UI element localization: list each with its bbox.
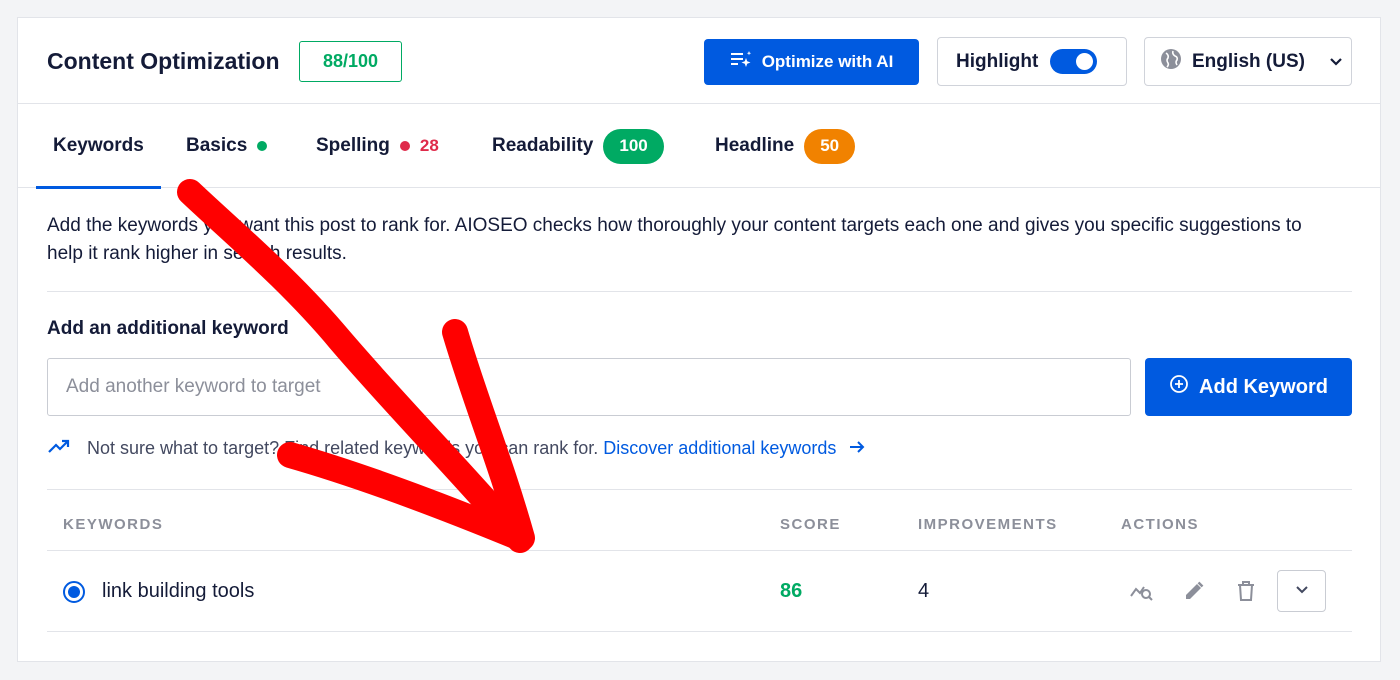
expand-row-button[interactable] xyxy=(1277,570,1326,612)
tab-headline[interactable]: Headline 50 xyxy=(715,104,856,188)
analysis-tabs: Keywords Basics Spelling 28 Readability … xyxy=(18,104,1380,189)
keyword-hint: Not sure what to target? Find related ke… xyxy=(47,438,865,459)
tab-headline-label: Headline xyxy=(715,135,795,156)
tab-spelling-label: Spelling xyxy=(316,135,390,156)
content-optimization-panel: Content Optimization 88/100 Optimize wit… xyxy=(17,17,1381,662)
radio-selected-indicator xyxy=(68,586,80,598)
panel-header: Content Optimization 88/100 Optimize wit… xyxy=(18,18,1380,104)
tab-readability[interactable]: Readability 100 xyxy=(492,104,664,188)
add-keyword-button[interactable]: Add Keyword xyxy=(1145,358,1352,416)
score-cell: 86 xyxy=(780,580,803,602)
focus-keyword-radio[interactable] xyxy=(63,581,85,603)
trending-up-icon xyxy=(47,438,71,459)
keyword-input[interactable] xyxy=(47,358,1131,416)
toggle-knob xyxy=(1076,53,1094,70)
optimize-with-ai-button[interactable]: Optimize with AI xyxy=(704,39,919,85)
divider xyxy=(47,550,1352,551)
tab-keywords[interactable]: Keywords xyxy=(36,104,161,189)
add-keyword-button-label: Add Keyword xyxy=(1199,375,1328,398)
keywords-description: Add the keywords you want this post to r… xyxy=(47,215,1302,264)
language-value: English (US) xyxy=(1192,50,1305,72)
readability-score-badge: 100 xyxy=(603,128,664,164)
hint-text: Not sure what to target? Find related ke… xyxy=(87,438,599,458)
highlight-control: Highlight xyxy=(937,37,1127,86)
trash-icon[interactable] xyxy=(1236,580,1256,607)
divider xyxy=(47,291,1352,292)
tab-keywords-label: Keywords xyxy=(53,135,144,156)
language-select[interactable]: English (US) xyxy=(1144,37,1352,86)
tab-readability-label: Readability xyxy=(492,135,594,156)
status-dot-red xyxy=(399,141,410,151)
ai-sparkle-list-icon xyxy=(730,50,752,75)
status-dot-green xyxy=(257,141,268,151)
highlight-toggle[interactable] xyxy=(1050,49,1098,74)
highlight-label: Highlight xyxy=(956,50,1039,72)
optimize-with-ai-label: Optimize with AI xyxy=(761,52,894,71)
keyword-cell: link building tools xyxy=(102,580,255,602)
globe-icon xyxy=(1160,48,1182,76)
column-header-improvements: IMPROVEMENTS xyxy=(918,516,1058,533)
tab-basics[interactable]: Basics xyxy=(186,104,268,188)
column-header-score: SCORE xyxy=(780,516,841,533)
divider xyxy=(47,489,1352,490)
discover-keywords-link[interactable]: Discover additional keywords xyxy=(603,438,836,458)
column-header-keywords: KEYWORDS xyxy=(63,516,164,533)
divider xyxy=(47,631,1352,632)
column-header-actions: ACTIONS xyxy=(1121,516,1199,533)
tab-basics-label: Basics xyxy=(186,135,248,156)
spelling-error-count: 28 xyxy=(419,136,439,155)
chevron-down-icon xyxy=(1295,582,1309,600)
headline-score-badge: 50 xyxy=(804,128,856,164)
chevron-down-icon xyxy=(1329,51,1343,73)
page-title: Content Optimization xyxy=(47,48,280,74)
arrow-right-icon xyxy=(849,438,865,458)
overall-score-badge: 88/100 xyxy=(299,41,402,82)
keyword-analysis-icon[interactable] xyxy=(1130,580,1154,607)
pencil-icon[interactable] xyxy=(1183,580,1205,607)
add-keyword-label: Add an additional keyword xyxy=(47,318,289,339)
plus-circle-icon xyxy=(1169,374,1189,400)
improvements-cell: 4 xyxy=(918,580,930,602)
tab-spelling[interactable]: Spelling 28 xyxy=(316,104,439,188)
